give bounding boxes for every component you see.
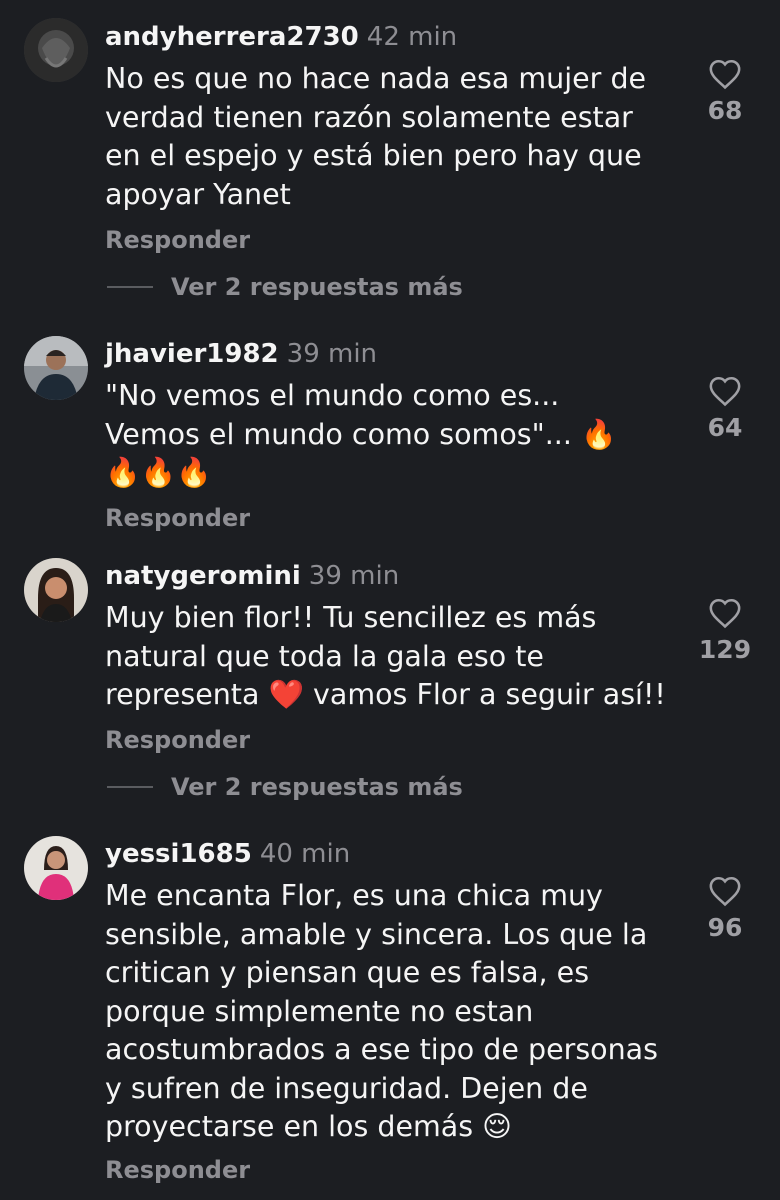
woman-pink-shirt-avatar-icon	[24, 836, 88, 900]
view-more-replies-label: Ver 2 respuestas más	[171, 773, 463, 801]
comment-line: proyectarse en los demás 😌	[105, 1110, 512, 1143]
comment-header: andyherrera2730 42 min	[105, 22, 457, 52]
comment-header: yessi1685 40 min	[105, 839, 350, 869]
divider-line	[107, 786, 153, 788]
comment-line: "No vemos el mundo como es...	[105, 379, 560, 412]
comment-line: sensible, amable y sincera. Los que la	[105, 917, 648, 951]
avatar[interactable]	[24, 836, 88, 900]
comment-line: porque simplemente no estan	[105, 994, 534, 1028]
comment-text: "No vemos el mundo como es... Vemos el m…	[105, 377, 685, 493]
comment-time: 42 min	[366, 22, 458, 52]
like-button[interactable]: 68	[690, 58, 760, 125]
comment-line: 🔥🔥🔥	[105, 456, 212, 489]
comment-time: 39 min	[308, 561, 400, 591]
comment-line: Muy bien flor!! Tu sencillez es más	[105, 601, 597, 634]
comment-time: 39 min	[286, 339, 378, 369]
like-count: 68	[707, 96, 743, 125]
like-button[interactable]: 96	[690, 875, 760, 942]
divider-line	[107, 286, 153, 288]
comment-header: jhavier1982 39 min	[105, 339, 377, 369]
username[interactable]: yessi1685	[105, 839, 252, 869]
view-more-replies[interactable]: Ver 2 respuestas más	[107, 273, 463, 303]
comment-text: Muy bien flor!! Tu sencillez es más natu…	[105, 599, 685, 715]
comment-header: natygeromini 39 min	[105, 561, 399, 591]
comment-text: Me encanta Flor, es una chica muy sensib…	[105, 877, 685, 1147]
heart-icon	[709, 598, 741, 629]
reply-button[interactable]: Responder	[105, 1156, 250, 1184]
like-count: 64	[707, 413, 743, 442]
comment-line: natural que toda la gala eso te	[105, 639, 544, 673]
reply-button[interactable]: Responder	[105, 504, 250, 532]
avatar[interactable]	[24, 558, 88, 622]
comment-line: verdad tienen razón solamente estar	[105, 100, 633, 134]
comment-line: apoyar Yanet	[105, 177, 291, 211]
avatar[interactable]	[24, 18, 88, 82]
username[interactable]: andyherrera2730	[105, 22, 359, 52]
comment-line: Vemos el mundo como somos"... 🔥	[105, 417, 617, 451]
woman-avatar-icon	[24, 558, 88, 622]
comment-line: critican y piensan que es falsa, es	[105, 956, 590, 989]
avatar[interactable]	[24, 336, 88, 400]
comment-line: representa ❤️ vamos Flor a seguir así!!	[105, 678, 666, 711]
like-count: 129	[698, 635, 752, 664]
view-more-replies-label: Ver 2 respuestas más	[171, 273, 463, 301]
reply-button[interactable]: Responder	[105, 226, 250, 254]
man-selfie-avatar-icon	[24, 336, 88, 400]
username[interactable]: jhavier1982	[105, 339, 279, 369]
heart-icon	[709, 376, 741, 407]
heart-icon	[709, 876, 741, 907]
comment-line: acostumbrados a ese tipo de personas	[105, 1033, 658, 1066]
comment-line: No es que no hace nada esa mujer de	[105, 62, 647, 95]
reply-button[interactable]: Responder	[105, 726, 250, 754]
like-button[interactable]: 129	[690, 597, 760, 664]
like-count: 96	[707, 913, 743, 942]
comment-line: en el espejo y está bien pero hay que	[105, 139, 642, 172]
comment-line: y sufren de inseguridad. Dejen de	[105, 1071, 588, 1105]
view-more-replies[interactable]: Ver 2 respuestas más	[107, 773, 463, 803]
comment-line: Me encanta Flor, es una chica muy	[105, 879, 603, 912]
username[interactable]: natygeromini	[105, 561, 301, 591]
comment-text: No es que no hace nada esa mujer de verd…	[105, 60, 685, 214]
sculpture-avatar-icon	[24, 18, 88, 82]
heart-icon	[709, 59, 741, 90]
comment-time: 40 min	[259, 839, 351, 869]
like-button[interactable]: 64	[690, 375, 760, 442]
